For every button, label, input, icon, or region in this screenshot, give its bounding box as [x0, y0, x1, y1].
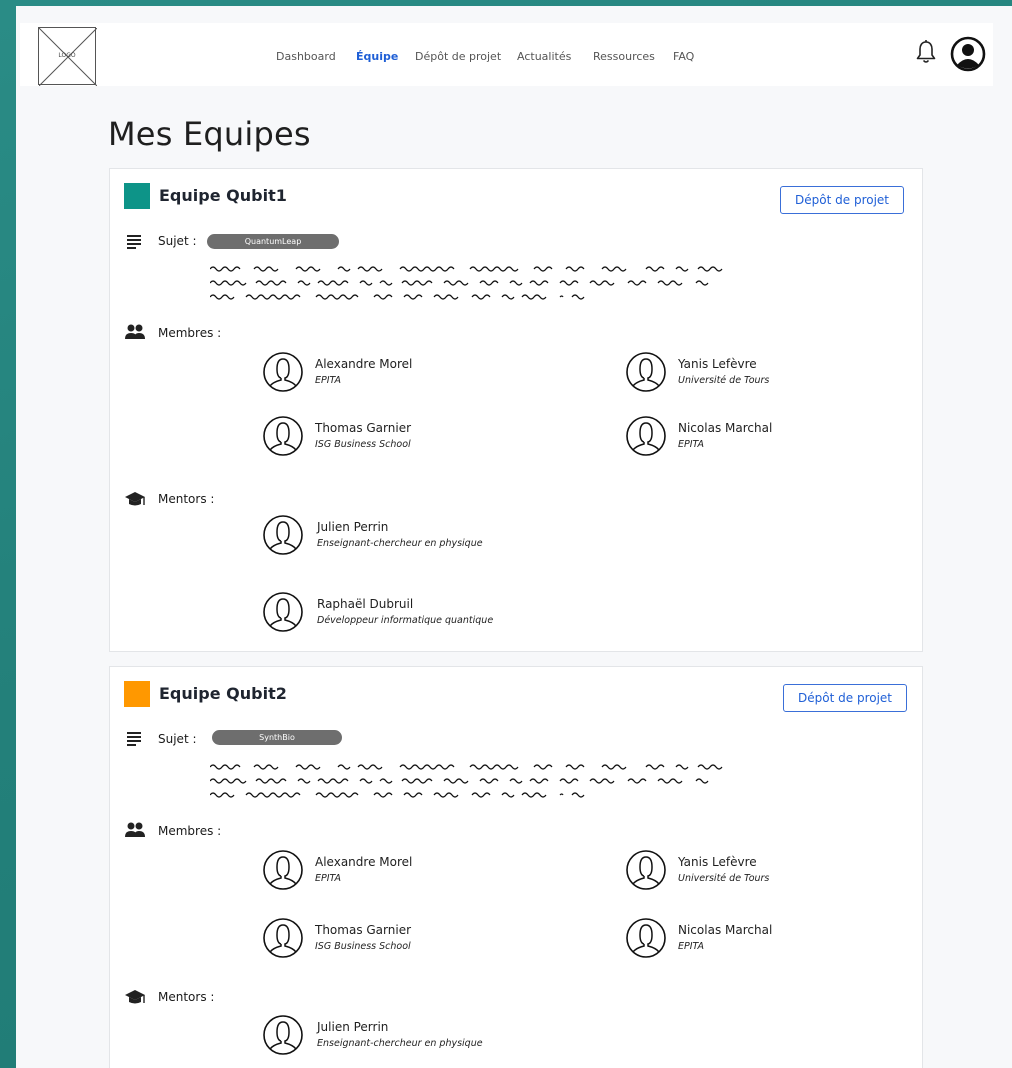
- depot-de-projet-button[interactable]: Dépôt de projet: [783, 684, 907, 712]
- member-organization: EPITA: [315, 873, 341, 884]
- member-card[interactable]: Yanis Lefèvre Université de Tours: [626, 849, 946, 895]
- mentor-card[interactable]: Julien Perrin Enseignant-chercheur en ph…: [263, 514, 583, 560]
- membres-label: Membres :: [158, 824, 222, 838]
- member-card[interactable]: Alexandre Morel EPITA: [263, 351, 583, 397]
- nav-item-ressources[interactable]: Ressources: [593, 50, 655, 63]
- member-name: Nicolas Marchal: [678, 923, 773, 937]
- nav-item-actualites[interactable]: Actualités: [517, 50, 571, 63]
- member-name: Yanis Lefèvre: [678, 357, 757, 371]
- graduation-cap-icon: [125, 492, 145, 506]
- nav-item-faq[interactable]: FAQ: [673, 50, 694, 63]
- member-card[interactable]: Thomas Garnier ISG Business School: [263, 415, 583, 461]
- member-avatar-icon: [626, 918, 666, 958]
- member-organization: EPITA: [315, 375, 341, 386]
- subject-tag: SynthBio: [212, 730, 342, 745]
- logo-text: LOGO: [58, 52, 76, 59]
- graduation-cap-icon: [125, 990, 145, 1004]
- member-avatar-icon: [263, 352, 303, 392]
- team-color-swatch: [124, 183, 150, 209]
- member-avatar-icon: [263, 416, 303, 456]
- nav-item-depot-de-projet[interactable]: Dépôt de projet: [415, 50, 501, 63]
- members-group-icon: [125, 822, 145, 837]
- member-name: Yanis Lefèvre: [678, 855, 757, 869]
- mentor-card[interactable]: Raphaël Dubruil Développeur informatique…: [263, 591, 583, 637]
- member-avatar-icon: [626, 416, 666, 456]
- member-organization: EPITA: [678, 941, 704, 952]
- member-card[interactable]: Nicolas Marchal EPITA: [626, 917, 946, 963]
- team-name: Equipe Qubit1: [159, 186, 287, 205]
- team-name: Equipe Qubit2: [159, 684, 287, 703]
- logo-placeholder[interactable]: LOGO: [38, 27, 97, 86]
- member-organization: Université de Tours: [678, 375, 770, 386]
- mentors-label: Mentors :: [158, 492, 215, 506]
- text-lines-icon: [127, 235, 141, 249]
- member-name: Thomas Garnier: [315, 923, 412, 937]
- mentor-avatar-icon: [263, 515, 303, 555]
- member-card[interactable]: Nicolas Marchal EPITA: [626, 415, 946, 461]
- mentors-label: Mentors :: [158, 990, 215, 1004]
- mentor-role: Enseignant-chercheur en physique: [317, 1038, 483, 1049]
- mentor-role: Enseignant-chercheur en physique: [317, 538, 483, 549]
- team-card: Equipe Qubit1 Dépôt de projet Sujet : Qu…: [109, 168, 923, 652]
- member-card[interactable]: Yanis Lefèvre Université de Tours: [626, 351, 946, 397]
- member-card[interactable]: Alexandre Morel EPITA: [263, 849, 583, 895]
- page-title: Mes Equipes: [108, 115, 311, 153]
- member-organization: ISG Business School: [315, 439, 411, 450]
- description-placeholder-scribble: [210, 764, 723, 798]
- member-name: Alexandre Morel: [315, 357, 413, 371]
- member-organization: Université de Tours: [678, 873, 770, 884]
- member-name: Nicolas Marchal: [678, 421, 773, 435]
- member-avatar-icon: [263, 850, 303, 890]
- member-avatar-icon: [263, 918, 303, 958]
- top-navigation-bar: LOGO Dashboard Équipe Dépôt de projet Ac…: [20, 23, 993, 86]
- member-name: Thomas Garnier: [315, 421, 412, 435]
- description-placeholder-scribble: [210, 266, 723, 300]
- sujet-label: Sujet :: [158, 732, 197, 746]
- mentor-name: Julien Perrin: [317, 1020, 389, 1034]
- team-color-swatch: [124, 681, 150, 707]
- members-group-icon: [125, 324, 145, 339]
- sujet-label: Sujet :: [158, 234, 197, 248]
- team-card: Equipe Qubit2 Dépôt de projet Sujet : Sy…: [109, 666, 923, 1068]
- member-organization: ISG Business School: [315, 941, 411, 952]
- member-avatar-icon: [626, 850, 666, 890]
- nav-item-dashboard[interactable]: Dashboard: [276, 50, 336, 63]
- member-avatar-icon: [626, 352, 666, 392]
- mentor-name: Raphaël Dubruil: [317, 597, 414, 611]
- text-lines-icon: [127, 732, 141, 746]
- nav-item-equipe[interactable]: Équipe: [356, 50, 398, 63]
- mentor-role: Développeur informatique quantique: [317, 615, 494, 626]
- depot-de-projet-button[interactable]: Dépôt de projet: [780, 186, 904, 214]
- member-organization: EPITA: [678, 439, 704, 450]
- subject-tag: QuantumLeap: [207, 234, 339, 249]
- membres-label: Membres :: [158, 326, 222, 340]
- bell-icon[interactable]: [915, 39, 937, 65]
- user-avatar-icon[interactable]: [950, 36, 986, 72]
- mentor-avatar-icon: [263, 592, 303, 632]
- mentor-avatar-icon: [263, 1015, 303, 1055]
- member-name: Alexandre Morel: [315, 855, 413, 869]
- mentor-card[interactable]: Julien Perrin Enseignant-chercheur en ph…: [263, 1014, 583, 1060]
- member-card[interactable]: Thomas Garnier ISG Business School: [263, 917, 583, 963]
- mentor-name: Julien Perrin: [317, 520, 389, 534]
